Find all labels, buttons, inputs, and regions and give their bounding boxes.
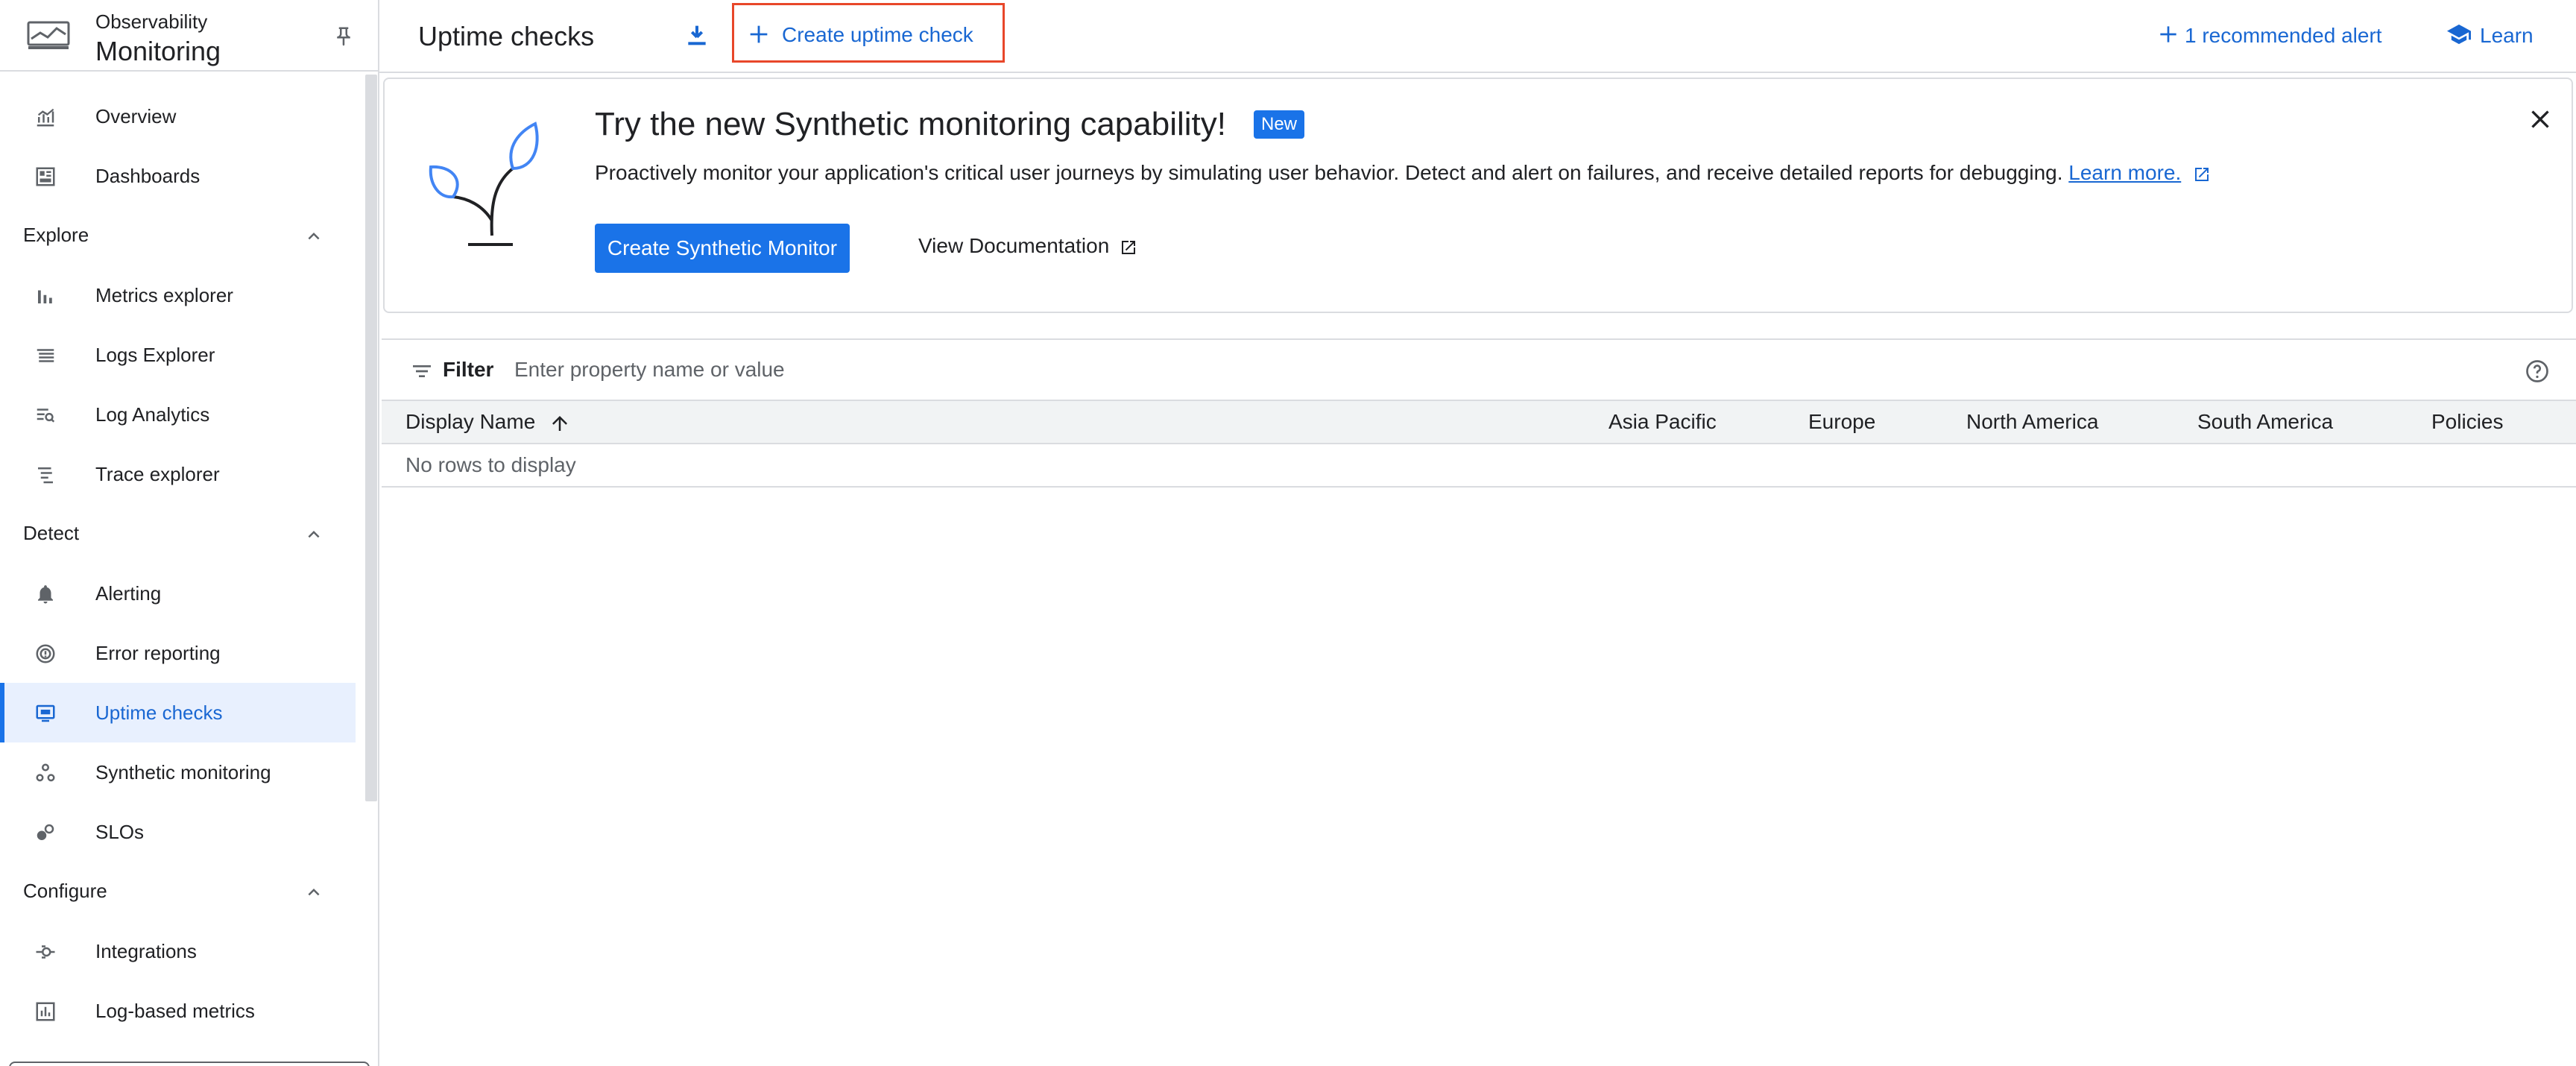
log-metrics-icon <box>34 1000 57 1023</box>
sidebar-item-label: Overview <box>95 104 177 127</box>
plant-illustration-icon <box>423 116 543 250</box>
monitor-icon <box>34 702 57 725</box>
sidebar-item-alerting[interactable]: Alerting <box>0 564 356 623</box>
new-badge: New <box>1254 110 1305 139</box>
sort-ascending-icon <box>549 412 571 435</box>
chevron-up-icon <box>303 523 325 546</box>
synthetic-monitoring-banner: Try the new Synthetic monitoring capabil… <box>383 78 2573 313</box>
section-label: Detect <box>23 522 80 544</box>
banner-description-text: Proactively monitor your application's c… <box>595 161 2063 184</box>
column-header-policies[interactable]: Policies <box>2431 410 2503 434</box>
sidebar-collapse-control[interactable] <box>9 1062 370 1066</box>
sidebar-title: Monitoring <box>95 36 221 66</box>
download-icon[interactable] <box>682 21 712 51</box>
dashboard-icon <box>34 165 57 188</box>
trace-icon <box>34 464 57 486</box>
section-explore[interactable]: Explore <box>0 206 356 265</box>
sidebar-item-label: Logs Explorer <box>95 343 215 366</box>
sidebar-item-label: Synthetic monitoring <box>95 760 271 783</box>
error-reporting-icon <box>34 643 57 665</box>
help-icon[interactable] <box>2524 358 2551 385</box>
sidebar-item-label: Dashboards <box>95 164 201 187</box>
sidebar-item-metrics-explorer[interactable]: Metrics explorer <box>0 265 356 325</box>
column-header-asia-pacific[interactable]: Asia Pacific <box>1609 410 1717 434</box>
banner-description: Proactively monitor your application's c… <box>595 161 2211 185</box>
sidebar-item-label: Log-based metrics <box>95 999 255 1022</box>
sidebar-item-uptime-checks[interactable]: Uptime checks <box>0 683 356 742</box>
sidebar-item-label: Error reporting <box>95 641 221 664</box>
monitoring-logo-icon <box>27 21 70 51</box>
column-header-label: Display Name <box>405 410 536 433</box>
sidebar-item-log-analytics[interactable]: Log Analytics <box>0 385 356 444</box>
page-header: Uptime checks Create uptime check 1 reco… <box>379 0 2576 73</box>
create-uptime-check-label: Create uptime check <box>782 23 973 46</box>
column-header-north-america[interactable]: North America <box>1966 410 2098 434</box>
sidebar-item-error-reporting[interactable]: Error reporting <box>0 623 356 683</box>
integrations-icon <box>34 941 57 963</box>
sidebar-item-integrations[interactable]: Integrations <box>0 921 356 981</box>
sidebar-item-slos[interactable]: SLOs <box>0 802 356 862</box>
sidebar-item-synthetic-monitoring[interactable]: Synthetic monitoring <box>0 742 356 802</box>
sidebar-item-label: Metrics explorer <box>95 283 233 306</box>
page-title: Uptime checks <box>418 21 595 51</box>
filter-label: Filter <box>443 358 494 381</box>
filter-bar: Filter <box>382 338 2576 400</box>
sidebar: Observability Monitoring Overview Dashbo… <box>0 0 379 1066</box>
sidebar-item-label: SLOs <box>95 820 145 843</box>
sidebar-item-log-based-metrics[interactable]: Log-based metrics <box>0 981 356 1041</box>
slo-icon <box>34 821 57 844</box>
sidebar-header: Observability Monitoring <box>0 0 378 72</box>
close-icon[interactable] <box>2525 104 2555 134</box>
plus-icon <box>2156 22 2180 46</box>
graduation-cap-icon <box>2446 22 2472 46</box>
filter-input[interactable] <box>513 350 2305 389</box>
learn-label: Learn <box>2480 24 2534 47</box>
filter-icon[interactable] <box>410 359 434 383</box>
product-name: Observability <box>95 10 208 33</box>
section-detect[interactable]: Detect <box>0 504 356 564</box>
chevron-up-icon <box>303 225 325 247</box>
sidebar-item-trace-explorer[interactable]: Trace explorer <box>0 444 356 504</box>
table-header: Display Name Asia Pacific Europe North A… <box>382 400 2576 444</box>
section-label: Configure <box>23 880 107 902</box>
section-label: Explore <box>23 224 89 246</box>
plus-icon <box>746 22 771 47</box>
bell-icon <box>34 583 57 605</box>
sidebar-item-label: Alerting <box>95 581 162 605</box>
section-configure[interactable]: Configure <box>0 862 356 921</box>
column-header-europe[interactable]: Europe <box>1808 410 1875 434</box>
table-empty-row: No rows to display <box>382 444 2576 488</box>
external-link-icon <box>2193 165 2211 183</box>
sidebar-item-dashboards[interactable]: Dashboards <box>0 146 356 206</box>
banner-title: Try the new Synthetic monitoring capabil… <box>595 106 1226 142</box>
bar-chart-icon <box>34 285 57 307</box>
sidebar-scrollbar[interactable] <box>365 75 377 801</box>
external-link-icon <box>1120 239 1137 256</box>
pin-icon[interactable] <box>332 25 355 48</box>
chart-line-icon <box>34 106 57 128</box>
sidebar-item-label: Integrations <box>95 939 197 962</box>
column-header-display-name[interactable]: Display Name <box>405 410 571 435</box>
log-search-icon <box>34 404 57 426</box>
sidebar-item-label: Uptime checks <box>95 701 223 724</box>
view-documentation-label: View Documentation <box>918 234 1110 257</box>
create-uptime-check-button[interactable]: Create uptime check <box>732 3 1005 63</box>
chevron-up-icon <box>303 881 325 903</box>
synthetic-icon <box>34 762 57 784</box>
sidebar-item-label: Trace explorer <box>95 462 220 485</box>
sidebar-item-overview[interactable]: Overview <box>0 86 356 146</box>
recommended-alert-label: 1 recommended alert <box>2185 24 2382 47</box>
column-header-south-america[interactable]: South America <box>2197 410 2333 434</box>
empty-message: No rows to display <box>405 453 576 476</box>
sidebar-item-label: Log Analytics <box>95 403 210 426</box>
learn-more-link[interactable]: Learn more. <box>2068 161 2181 184</box>
view-documentation-button[interactable]: View Documentation <box>918 234 1137 264</box>
sidebar-item-logs-explorer[interactable]: Logs Explorer <box>0 325 356 385</box>
create-synthetic-monitor-button[interactable]: Create Synthetic Monitor <box>595 224 850 273</box>
logs-icon <box>34 344 57 367</box>
